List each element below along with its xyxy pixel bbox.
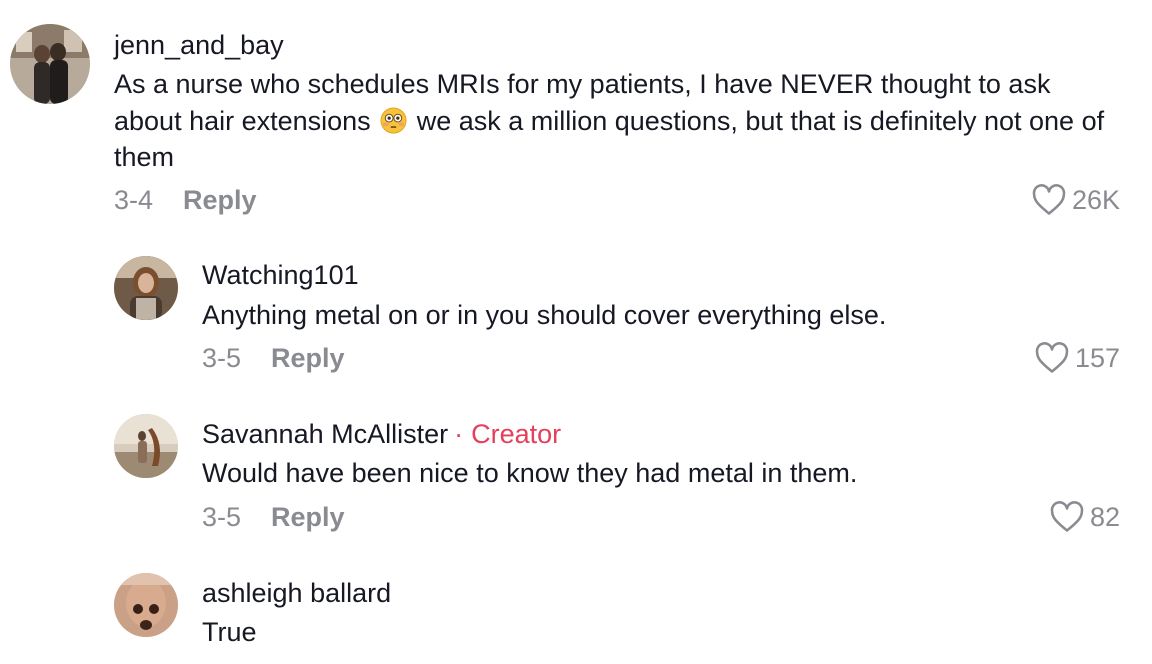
flushed-face-emoji-icon (380, 106, 407, 134)
user-photo-icon (114, 414, 178, 478)
comment-meta: 3-5 Reply (202, 500, 345, 534)
like-button[interactable]: 26K (1032, 183, 1120, 217)
comment-meta: 3-5 Reply (202, 341, 345, 375)
user-photo-icon (114, 573, 178, 637)
like-count: 26K (1071, 185, 1120, 215)
creator-badge: Creator (471, 419, 562, 449)
comment-username[interactable]: ashleigh ballard (202, 576, 391, 610)
reply-button[interactable]: Reply (183, 183, 257, 217)
separator-dot: · (454, 419, 464, 449)
comment-text: Would have been nice to know they had me… (202, 458, 858, 488)
comment-date: 3-5 (202, 502, 242, 532)
comment-text: Anything metal on or in you should cover… (202, 300, 887, 330)
user-photo-icon (10, 24, 90, 104)
like-count: 82 (1089, 502, 1120, 532)
heart-icon (1035, 342, 1069, 373)
reply-button[interactable]: Reply (271, 341, 345, 375)
comment-date: 3-4 (114, 185, 154, 215)
comment-username[interactable]: Savannah McAllister · Creator (202, 417, 561, 451)
heart-icon (1050, 501, 1084, 532)
comment-text: As a nurse who schedules MRIs for my pat… (114, 66, 1124, 176)
comment-username[interactable]: jenn_and_bay (114, 28, 284, 62)
avatar[interactable] (114, 573, 178, 637)
avatar[interactable] (10, 24, 90, 104)
comment-username[interactable]: Watching101 (202, 258, 359, 292)
comment-text: True (202, 617, 257, 647)
creator-username[interactable]: Savannah McAllister (202, 419, 448, 449)
like-count: 157 (1074, 343, 1120, 373)
avatar[interactable] (114, 414, 178, 478)
comment-meta: 3-4 Reply (114, 183, 257, 217)
avatar[interactable] (114, 256, 178, 320)
like-button[interactable]: 157 (1035, 341, 1120, 375)
user-photo-icon (114, 256, 178, 320)
heart-icon (1032, 184, 1066, 215)
comment-date: 3-5 (202, 343, 242, 373)
like-button[interactable]: 82 (1050, 500, 1120, 534)
reply-button[interactable]: Reply (271, 500, 345, 534)
